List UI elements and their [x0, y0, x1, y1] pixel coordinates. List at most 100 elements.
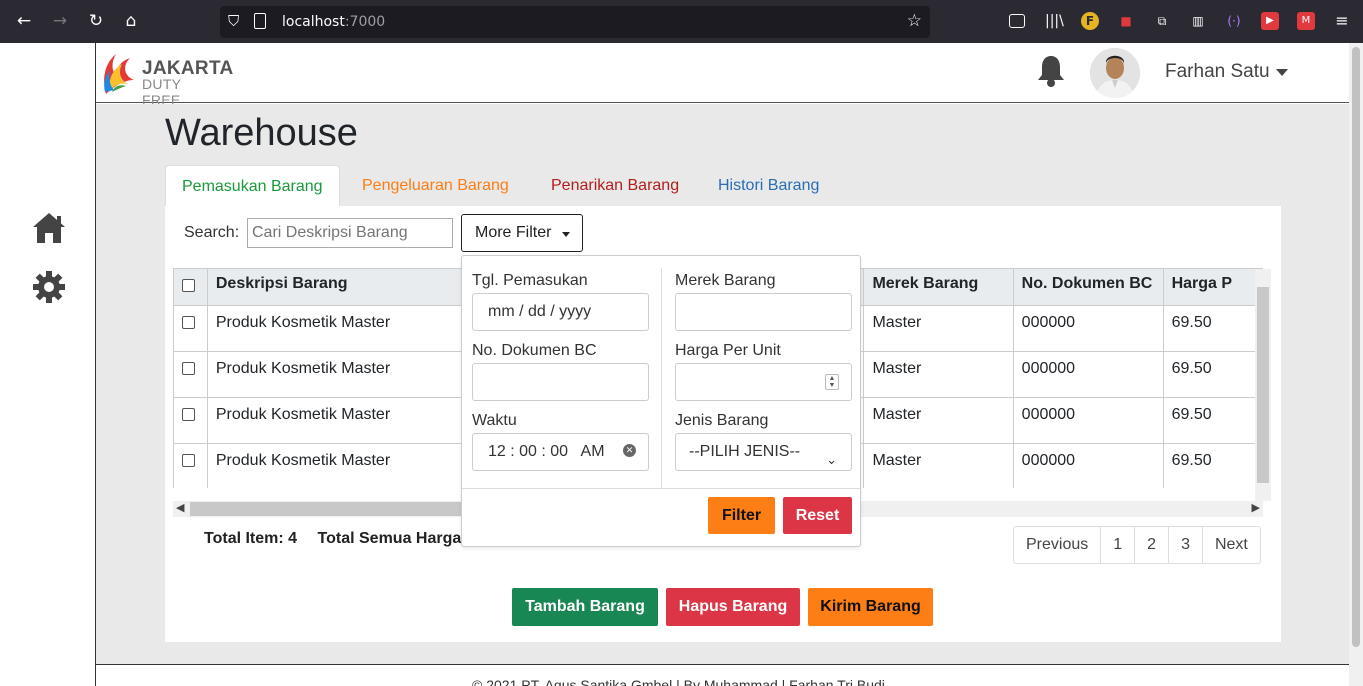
sidebar — [0, 43, 96, 686]
home-browser-icon[interactable]: ⌂ — [120, 11, 142, 31]
extension-red-icon[interactable]: ■ — [1117, 12, 1135, 30]
reload-icon[interactable]: ↻ — [85, 11, 107, 31]
jakarta-duty-free-logo[interactable]: JAKARTA DUTY FREE — [100, 50, 233, 108]
merek-barang-input[interactable] — [675, 293, 852, 331]
pagination-page-3[interactable]: 3 — [1169, 527, 1203, 563]
scroll-left-icon[interactable]: ◀ — [176, 501, 184, 514]
tab-pemasukan-barang[interactable]: Pemasukan Barang — [165, 165, 340, 207]
harga-per-unit-input[interactable]: ▲ ▼ — [675, 363, 852, 401]
harga-per-unit-label: Harga Per Unit — [675, 342, 781, 359]
home-icon[interactable] — [31, 211, 67, 245]
app-header: JAKARTA DUTY FREE Farhan Satu — [96, 43, 1349, 108]
footer-text: © 2021 PT. Agus Santika Gmbel | By Muham… — [472, 677, 885, 686]
scroll-right-icon[interactable]: ▶ — [1252, 501, 1260, 514]
url-text: localhost:7000 — [282, 14, 386, 30]
tab-pengeluaran-barang[interactable]: Pengeluaran Barang — [346, 165, 525, 207]
cell-dokumen: 000000 — [1012, 305, 1164, 352]
hapus-barang-button[interactable]: Hapus Barang — [666, 588, 800, 626]
more-filter-dropdown: Tgl. Pemasukan mm / dd / yyyy No. Dokume… — [461, 255, 861, 547]
cell-harga: 69.50 — [1162, 397, 1263, 444]
cell-dokumen: 000000 — [1012, 397, 1164, 444]
cell-harga: 69.50 — [1162, 443, 1263, 488]
jenis-barang-select[interactable]: --PILIH JENIS-- ⌄ — [675, 433, 852, 471]
kirim-barang-button[interactable]: Kirim Barang — [808, 588, 933, 626]
user-dropdown-caret-icon[interactable] — [1276, 69, 1288, 76]
extension-f-icon[interactable]: F — [1081, 12, 1099, 30]
reset-button[interactable]: Reset — [783, 497, 852, 534]
pagination-previous[interactable]: Previous — [1014, 527, 1102, 563]
page-title: Warehouse — [165, 112, 358, 154]
chevron-down-icon: ⌄ — [826, 452, 837, 467]
browser-toolbar: ← → ↻ ⌂ ⛉ localhost:7000 ☆ |||\ F ■ ⧉ ▥ … — [0, 0, 1363, 43]
chevron-down-icon — [562, 232, 570, 237]
user-avatar[interactable] — [1090, 48, 1140, 98]
select-all-checkbox[interactable] — [182, 279, 195, 292]
row-checkbox[interactable] — [182, 408, 195, 421]
pagination-page-1[interactable]: 1 — [1101, 527, 1136, 563]
clear-time-icon[interactable]: ✕ — [623, 444, 636, 457]
col-no-dokumen-bc[interactable]: No. Dokumen BC — [1012, 268, 1164, 306]
tab-histori-barang[interactable]: Histori Barang — [702, 165, 835, 207]
address-bar[interactable]: ⛉ localhost:7000 ☆ — [220, 6, 930, 38]
search-input[interactable] — [247, 218, 453, 248]
tgl-pemasukan-label: Tgl. Pemasukan — [472, 272, 588, 289]
filter-divider — [661, 268, 662, 488]
page-footer: © 2021 PT. Agus Santika Gmbel | By Muham… — [96, 664, 1349, 686]
table-vertical-scrollbar[interactable] — [1255, 269, 1271, 501]
pagination-next[interactable]: Next — [1203, 527, 1260, 563]
pagination: Previous 1 2 3 Next — [1013, 526, 1261, 564]
extension-link-icon[interactable]: ⧉ — [1153, 12, 1171, 30]
totals-summary: Total Item: 4 Total Semua Harga — [204, 530, 461, 548]
notification-bell-icon[interactable] — [1036, 54, 1066, 88]
extension-brackets-icon[interactable]: (·) — [1225, 12, 1243, 30]
page-icon — [254, 13, 266, 29]
total-item-value: 4 — [288, 530, 298, 547]
cell-dokumen: 000000 — [1012, 351, 1164, 398]
no-dokumen-bc-input[interactable] — [472, 363, 649, 401]
bookmark-star-icon[interactable]: ☆ — [907, 11, 922, 31]
merek-barang-label: Merek Barang — [675, 272, 776, 289]
cell-harga: 69.50 — [1162, 351, 1263, 398]
search-label: Search: — [184, 224, 240, 241]
cell-merek: Master — [863, 351, 1014, 398]
total-item-label: Total Item: — [204, 530, 284, 547]
shield-icon[interactable]: ⛉ — [228, 12, 239, 30]
page-scrollbar[interactable] — [1349, 43, 1363, 686]
row-checkbox[interactable] — [182, 454, 195, 467]
filter-left-column: Tgl. Pemasukan mm / dd / yyyy No. Dokume… — [462, 268, 660, 488]
pocket-icon[interactable] — [1009, 14, 1025, 28]
menu-icon[interactable]: ≡ — [1333, 12, 1351, 30]
total-harga-label: Total Semua Harga — [317, 530, 462, 547]
more-filter-button[interactable]: More Filter — [461, 214, 583, 252]
col-merek-barang[interactable]: Merek Barang — [863, 268, 1014, 306]
jenis-barang-label: Jenis Barang — [675, 412, 769, 429]
cell-harga: 69.50 — [1162, 305, 1263, 352]
col-harga[interactable]: Harga P — [1162, 268, 1263, 306]
back-icon[interactable]: ← — [13, 11, 35, 31]
cell-dokumen: 000000 — [1012, 443, 1164, 488]
extension-grid-icon[interactable]: ▥ — [1189, 12, 1207, 30]
cell-merek: Master — [863, 443, 1014, 488]
tgl-pemasukan-input[interactable]: mm / dd / yyyy — [472, 293, 649, 331]
user-name[interactable]: Farhan Satu — [1165, 61, 1270, 83]
select-all-cell — [173, 268, 208, 306]
extension-video-icon[interactable]: ▶ — [1261, 12, 1279, 30]
cell-merek: Master — [863, 305, 1014, 352]
number-spinner-icon[interactable]: ▲ ▼ — [825, 374, 839, 390]
library-icon[interactable]: |||\ — [1045, 12, 1064, 30]
cell-merek: Master — [863, 397, 1014, 444]
tambah-barang-button[interactable]: Tambah Barang — [512, 588, 658, 626]
waktu-input[interactable]: 12 : 00 : 00 AM ✕ — [472, 433, 649, 471]
filter-right-column: Merek Barang Harga Per Unit ▲ ▼ Jenis Bar… — [665, 268, 863, 488]
filter-button[interactable]: Filter — [708, 497, 775, 534]
extension-m-icon[interactable]: M — [1297, 12, 1315, 30]
logo-flame-icon — [104, 54, 134, 94]
row-checkbox[interactable] — [182, 362, 195, 375]
waktu-label: Waktu — [472, 412, 517, 429]
row-checkbox[interactable] — [182, 316, 195, 329]
forward-icon[interactable]: → — [49, 11, 71, 31]
filter-footer-divider — [462, 488, 860, 489]
pagination-page-2[interactable]: 2 — [1135, 527, 1170, 563]
tab-penarikan-barang[interactable]: Penarikan Barang — [535, 165, 695, 207]
settings-gear-icon[interactable] — [31, 269, 67, 305]
